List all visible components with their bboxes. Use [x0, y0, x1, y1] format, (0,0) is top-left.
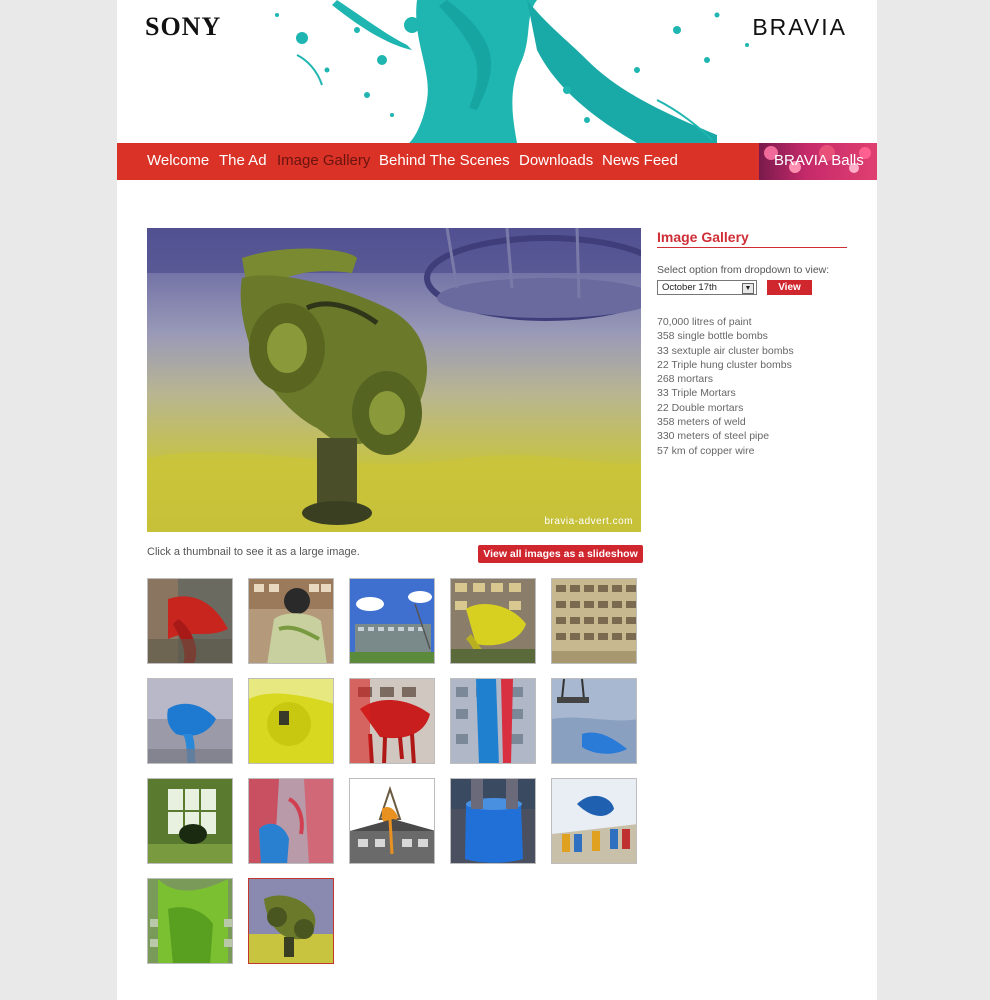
- gallery-thumbnail[interactable]: [147, 878, 233, 964]
- nav-image-gallery[interactable]: Image Gallery: [277, 152, 370, 169]
- stat-item: 57 km of copper wire: [657, 444, 755, 457]
- gallery-thumbnail[interactable]: [147, 578, 233, 664]
- date-dropdown-value: October 17th: [662, 282, 717, 293]
- gallery-thumbnail[interactable]: [248, 778, 334, 864]
- bravia-balls-label: BRAVIA Balls: [774, 152, 864, 169]
- nav-welcome[interactable]: Welcome: [147, 152, 209, 169]
- stat-item: 358 single bottle bombs: [657, 330, 768, 343]
- sidebar-title: Image Gallery: [657, 229, 749, 245]
- gallery-thumbnail[interactable]: [349, 578, 435, 664]
- view-button[interactable]: View: [767, 280, 812, 295]
- nav-the-ad[interactable]: The Ad: [219, 152, 267, 169]
- stat-item: 22 Triple hung cluster bombs: [657, 358, 792, 371]
- gallery-thumbnail[interactable]: [147, 778, 233, 864]
- stat-item: 22 Double mortars: [657, 401, 744, 414]
- slideshow-button[interactable]: View all images as a slideshow: [478, 545, 643, 563]
- gallery-thumbnail[interactable]: [349, 778, 435, 864]
- watermark: bravia-advert.com: [544, 516, 633, 527]
- sony-logo[interactable]: SONY: [145, 12, 221, 42]
- gallery-thumbnail[interactable]: [551, 778, 637, 864]
- gallery-thumbnail[interactable]: [551, 578, 637, 664]
- select-label: Select option from dropdown to view:: [657, 264, 830, 276]
- page: SONY BRAVIA Welcome The Ad Image Gallery…: [117, 0, 877, 1000]
- nav-downloads[interactable]: Downloads: [519, 152, 593, 169]
- bravia-logo[interactable]: BRAVIA: [752, 14, 847, 41]
- dropdown-arrow-icon: ▼: [742, 283, 754, 294]
- header-banner: SONY BRAVIA: [117, 0, 877, 143]
- gallery-thumbnail-selected[interactable]: [248, 878, 334, 964]
- stat-item: 70,000 litres of paint: [657, 316, 752, 328]
- gallery-thumbnail[interactable]: [349, 678, 435, 764]
- gallery-thumbnail[interactable]: [450, 678, 536, 764]
- stats-list: 70,000 litres of paint 358 single bottle…: [657, 315, 794, 458]
- gallery-main-image: bravia-advert.com: [147, 228, 641, 532]
- gallery-thumbnail[interactable]: [248, 678, 334, 764]
- thumbnail-hint: Click a thumbnail to see it as a large i…: [147, 546, 360, 558]
- sidebar-divider: [657, 247, 847, 248]
- gallery-thumbnail[interactable]: [551, 678, 637, 764]
- gallery-thumbnail[interactable]: [450, 578, 536, 664]
- gallery-thumbnail[interactable]: [248, 578, 334, 664]
- date-dropdown[interactable]: October 17th ▼: [657, 280, 757, 295]
- gallery-thumbnail[interactable]: [147, 678, 233, 764]
- stat-item: 33 sextuple air cluster bombs: [657, 344, 794, 357]
- stat-item: 330 meters of steel pipe: [657, 430, 770, 443]
- gallery-thumbnail[interactable]: [450, 778, 536, 864]
- stat-item: 358 meters of weld: [657, 416, 746, 429]
- stat-item: 268 mortars: [657, 373, 714, 386]
- nav-behind-the-scenes[interactable]: Behind The Scenes: [379, 152, 510, 169]
- bravia-balls-link[interactable]: BRAVIA Balls: [759, 143, 877, 180]
- nav-news-feed[interactable]: News Feed: [602, 152, 678, 169]
- main-nav: Welcome The Ad Image Gallery Behind The …: [117, 143, 877, 180]
- stat-item: 33 Triple Mortars: [657, 387, 736, 400]
